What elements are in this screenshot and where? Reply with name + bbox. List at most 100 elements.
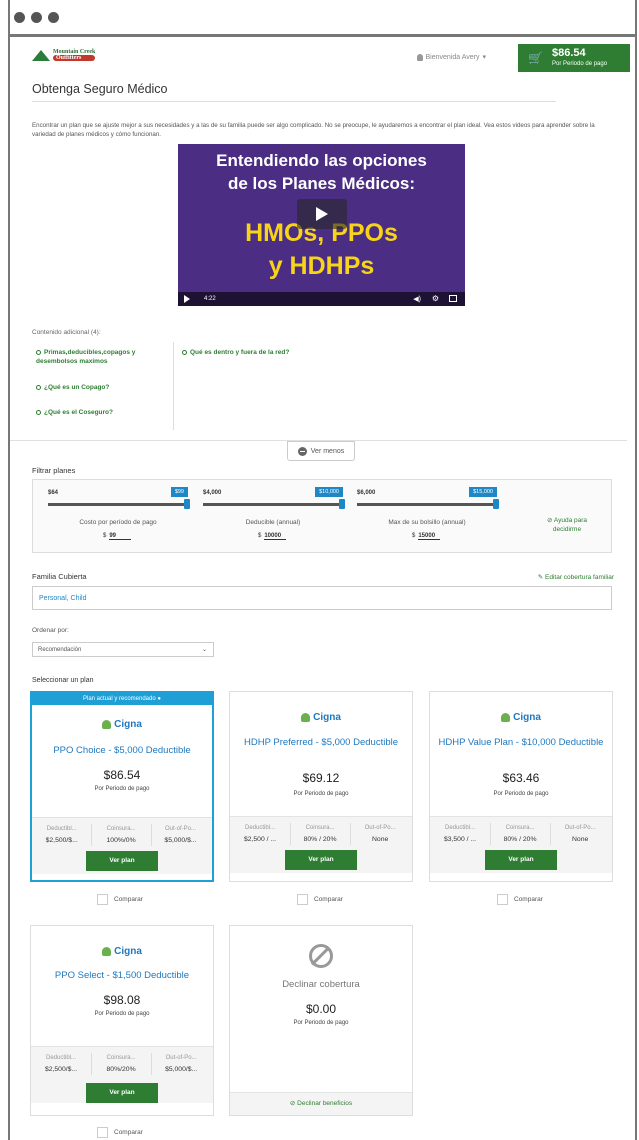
plan-card[interactable]: Plan actual y recomendado ● Cigna PPO Ch… xyxy=(30,691,214,882)
sort-select[interactable]: Recomendación ⌄ xyxy=(32,642,214,657)
help-decide-link[interactable]: ⊘ Ayuda para decidirme xyxy=(537,516,597,534)
family-field[interactable]: Personal, Child xyxy=(32,586,612,610)
compare-checkbox[interactable]: Comparar xyxy=(497,894,543,905)
mountain-icon xyxy=(32,49,50,61)
check-circle-icon: ⊘ xyxy=(546,517,554,524)
plan-period: Por Periodo de pago xyxy=(94,786,150,792)
compare-checkbox[interactable]: Comparar xyxy=(97,894,143,905)
plan-period: Por Periodo de pago xyxy=(493,791,549,797)
circle-icon xyxy=(36,409,41,415)
circle-icon xyxy=(36,349,41,355)
cart-button[interactable]: 🛒 $86.54 Por Periodo de pago xyxy=(518,44,630,72)
view-plan-button[interactable]: Ver plan xyxy=(86,1083,158,1103)
slider-handle[interactable] xyxy=(184,499,190,509)
view-plan-button[interactable]: Ver plan xyxy=(86,851,158,871)
stat-value: $2,500/$... xyxy=(45,837,78,844)
fullscreen-icon[interactable] xyxy=(449,295,457,302)
cart-icon: 🛒 xyxy=(528,51,543,65)
person-icon xyxy=(416,53,423,61)
info-icon: ● xyxy=(157,696,161,702)
see-less-button[interactable]: Ver menos xyxy=(287,441,355,461)
decline-card[interactable]: Declinar cobertura $0.00 Por Periodo de … xyxy=(229,925,413,1116)
decline-price: $0.00 xyxy=(305,1002,337,1016)
logo-bottom-text: Outfitters xyxy=(53,55,96,61)
slider-track[interactable] xyxy=(48,503,188,506)
slider-track[interactable] xyxy=(203,503,343,506)
slider-handle[interactable] xyxy=(339,499,345,509)
minus-circle-icon xyxy=(297,446,307,456)
play-icon[interactable] xyxy=(184,295,190,303)
plan-name: HDHP Value Plan - $10,000 Deductible xyxy=(438,737,604,748)
plan-card[interactable]: Cigna HDHP Preferred - $5,000 Deductible… xyxy=(229,691,413,882)
link-network[interactable]: Qué es dentro y fuera de la red? xyxy=(182,348,342,357)
slider-min: $4,000 xyxy=(203,490,222,496)
decline-benefits-link[interactable]: ⊘ Declinar beneficios xyxy=(230,1092,412,1115)
link-copay[interactable]: ¿Qué es un Copago? xyxy=(36,383,164,392)
slider-max: $10,000 xyxy=(315,487,343,497)
select-plan-label: Seleccionar un plan xyxy=(32,677,94,684)
plan-name: HDHP Preferred - $5,000 Deductible xyxy=(243,737,398,748)
cart-period: Por Periodo de pago xyxy=(552,61,608,67)
stat-label: Out-of-Po... xyxy=(564,825,596,831)
compare-checkbox[interactable]: Comparar xyxy=(297,894,343,905)
cart-amount: $86.54 xyxy=(552,47,586,59)
stat-value: None xyxy=(572,836,589,843)
slider-value-field[interactable]: $15000 xyxy=(412,533,441,540)
link-premiums[interactable]: Primas,deducibles,copagos y desembolsos … xyxy=(36,348,164,366)
plan-price: $86.54 xyxy=(103,768,141,782)
additional-content-label: Contenido adicional (4): xyxy=(32,329,101,336)
video-controls: 4:22 ◀) ⚙ xyxy=(178,292,465,306)
video-headline-line2: y HDHPs xyxy=(268,252,375,280)
family-label: Familia Cubierta xyxy=(32,572,87,581)
cigna-logo: Cigna xyxy=(230,712,412,723)
play-button[interactable] xyxy=(297,199,347,229)
slider-handle[interactable] xyxy=(493,499,499,509)
compare-checkbox[interactable]: Comparar xyxy=(97,1127,143,1138)
plan-price: $98.08 xyxy=(103,993,141,1007)
slider-track[interactable] xyxy=(357,503,497,506)
company-logo[interactable]: Mountain Creek Outfitters xyxy=(32,49,96,61)
slider-caption: Costo por período de pago xyxy=(79,519,157,526)
volume-icon[interactable]: ◀) xyxy=(413,295,421,303)
user-menu[interactable]: Bienvenida Avery ▾ xyxy=(416,53,486,61)
stat-value: None xyxy=(372,836,389,843)
stat-value: $5,000/$... xyxy=(164,837,197,844)
stat-label: Coinsura... xyxy=(505,825,535,831)
cigna-logo: Cigna xyxy=(32,719,212,730)
plan-card[interactable]: Cigna PPO Select - $1,500 Deductible $98… xyxy=(30,925,214,1116)
slider-value-field[interactable]: $10000 xyxy=(258,533,287,540)
tree-icon xyxy=(102,719,112,729)
view-plan-button[interactable]: Ver plan xyxy=(285,850,357,870)
decline-title: Declinar cobertura xyxy=(282,979,360,990)
cigna-logo: Cigna xyxy=(430,712,612,723)
stat-value: 80% / 20% xyxy=(503,836,537,843)
video-time: 4:22 xyxy=(204,296,216,302)
page-title: Obtenga Seguro Médico xyxy=(32,82,168,96)
stat-label: Out-of-Po... xyxy=(164,826,196,832)
slider-value-field[interactable]: $99 xyxy=(103,533,132,540)
stat-value: 80% / 20% xyxy=(303,836,337,843)
stat-label: Out-of-Po... xyxy=(364,825,396,831)
stat-value: $5,000/$... xyxy=(165,1066,198,1073)
title-divider xyxy=(32,101,556,102)
video-player[interactable]: Entendiendo las opciones de los Planes M… xyxy=(178,144,465,306)
plan-card[interactable]: Cigna HDHP Value Plan - $10,000 Deductib… xyxy=(429,691,613,882)
pencil-icon: ✎ xyxy=(537,574,544,581)
link-coinsurance[interactable]: ¿Qué es el Coseguro? xyxy=(36,408,164,417)
gear-icon[interactable]: ⚙ xyxy=(432,294,439,303)
plan-price: $63.46 xyxy=(502,771,540,785)
stat-label: Coinsura... xyxy=(106,1055,136,1061)
stat-value: $2,500/$... xyxy=(44,1066,78,1073)
view-plan-button[interactable]: Ver plan xyxy=(485,850,557,870)
edit-family-link[interactable]: ✎ Editar cobertura familiar xyxy=(538,573,614,581)
circle-icon xyxy=(36,384,41,390)
stat-label: Coinsura... xyxy=(305,825,335,831)
site-header: Mountain Creek Outfitters Bienvenida Ave… xyxy=(22,44,630,72)
plan-period: Por Periodo de pago xyxy=(94,1011,150,1017)
user-name: Bienvenida Avery xyxy=(425,53,480,61)
stat-label: Deductibl... xyxy=(46,826,77,832)
filter-panel: $64 $99 Costo por período de pago $99 $4… xyxy=(32,479,612,553)
stat-value: 100%/0% xyxy=(106,837,136,844)
sort-label: Ordenar por: xyxy=(32,627,69,634)
stat-label: Deductibl... xyxy=(245,825,276,831)
